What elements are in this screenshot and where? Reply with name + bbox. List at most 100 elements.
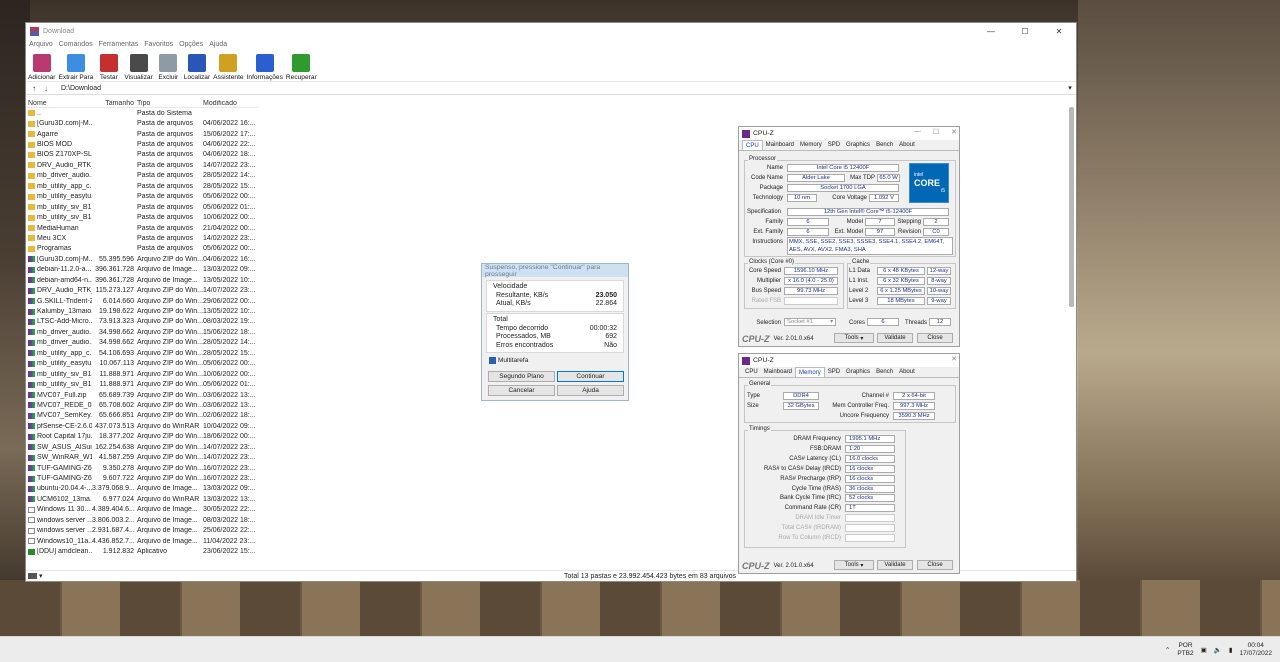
menu-item[interactable]: Favoritos <box>144 41 173 48</box>
toolbar-button[interactable]: Extrair Para <box>59 54 93 81</box>
continue-button[interactable]: Continuar <box>557 371 624 382</box>
close-x-button[interactable]: ✕ <box>951 355 957 363</box>
file-row[interactable]: SW_ASUS_AISuit...162.254.638Arquivo ZIP … <box>26 442 258 452</box>
file-row[interactable]: LTSC-Add-Micro... 73.913.323 Arquivo ZIP d… <box>26 317 258 327</box>
tab-graphics[interactable]: Graphics <box>843 140 873 150</box>
minimize-button[interactable]: — <box>974 23 1008 39</box>
minimize-button[interactable]: — <box>914 128 921 136</box>
menu-item[interactable]: Opções <box>179 41 203 48</box>
file-row[interactable]: mb_utility_siv_B1... Pasta de arquivos 10/… <box>26 212 258 222</box>
file-row[interactable]: TUF-GAMING-Z6... 9.350.278 Arquivo ZIP do … <box>26 463 258 473</box>
file-row[interactable]: BIOS MOD Pasta de arquivos 04/06/2022 22:.… <box>26 139 258 149</box>
menu-item[interactable]: Ajuda <box>209 41 227 48</box>
close-button[interactable]: Close <box>917 560 953 570</box>
file-row[interactable]: MVC07_Full.zip 65.689.739 Arquivo ZIP do W… <box>26 390 258 400</box>
menu-item[interactable]: Ferramentas <box>99 41 139 48</box>
close-x-button[interactable]: ✕ <box>951 128 957 136</box>
path-field[interactable]: D:\Download <box>58 83 1064 94</box>
drive-down-icon[interactable]: ↓ <box>44 84 56 93</box>
tab-spd[interactable]: SPD <box>825 140 843 150</box>
toolbar-button[interactable]: Visualizar <box>124 54 153 81</box>
file-row[interactable]: mb_utility_siv_B1... 11.888.971 Arquivo ZI… <box>26 379 258 389</box>
close-button[interactable]: Close <box>917 333 953 343</box>
file-row[interactable]: [Guru3D.com]-M... Pasta de arquivos 04/06/… <box>26 118 258 128</box>
tools-button[interactable]: Tools ▾ <box>834 560 874 570</box>
file-row[interactable]: mb_utility_siv_B1... 11.888.971 Arquivo ZI… <box>26 369 258 379</box>
file-row[interactable]: mb_driver_audio... 34.998.662 Arquivo ZIP … <box>26 338 258 348</box>
file-row[interactable]: mb_driver_audio... Pasta de arquivos 28/05… <box>26 171 258 181</box>
battery-icon[interactable]: ▮ <box>1229 646 1233 654</box>
file-row[interactable]: Root Capital 17ju... 18.377.202 Arquivo ZI… <box>26 432 258 442</box>
file-row[interactable]: windows server ... 3.806.003.2... Arquivo … <box>26 515 258 525</box>
toolbar-button[interactable]: Testar <box>96 54 121 81</box>
volume-icon[interactable]: 🔈 <box>1214 646 1222 654</box>
toolbar-button[interactable]: Assistente <box>213 54 244 81</box>
file-row[interactable]: mb_utility_app_c... Pasta de arquivos 28/0… <box>26 181 258 191</box>
toolbar-button[interactable]: Recuperar <box>286 54 317 81</box>
validate-button[interactable]: Validate <box>877 333 913 343</box>
toolbar-button[interactable]: Informações <box>247 54 283 81</box>
tab-cpu[interactable]: CPU <box>742 140 763 150</box>
column-header[interactable]: Tamanho <box>92 100 137 107</box>
maximize-button[interactable]: ☐ <box>1008 23 1042 39</box>
tab-spd[interactable]: SPD <box>825 367 843 377</box>
validate-button[interactable]: Validate <box>877 560 913 570</box>
file-row[interactable]: MVC07_SemKey... 65.666.851 Arquivo ZIP do … <box>26 411 258 421</box>
file-row[interactable]: pfSense-CE-2.6.0...437.073.513Arquivo do… <box>26 421 258 431</box>
multitask-checkbox[interactable]: Multitarefa <box>489 357 528 364</box>
file-row[interactable]: Agarre Pasta de arquivos 15/06/2022 17:... <box>26 129 258 139</box>
vertical-scrollbar[interactable] <box>1069 107 1074 307</box>
toolbar-button[interactable]: Excluir <box>156 54 181 81</box>
file-row[interactable]: debian-11.2.0-a... 396.361.728 Arquivo de … <box>26 265 258 275</box>
file-row[interactable]: Kalumby_13maio... 19.198.622 Arquivo ZIP d… <box>26 306 258 316</box>
file-row[interactable]: TUF-GAMING-Z6... 9.607.722 Arquivo ZIP do … <box>26 473 258 483</box>
background-button[interactable]: Segundo Plano <box>488 371 555 382</box>
file-row[interactable]: MediaHuman Pasta de arquivos 21/04/2022 00… <box>26 223 258 233</box>
tab-memory[interactable]: Memory <box>795 367 825 377</box>
file-row[interactable]: UCM6102_13ma... 6.977.024 Arquivo do WinRA… <box>26 494 258 504</box>
menu-item[interactable]: Comandos <box>59 41 93 48</box>
file-row[interactable]: G.SKILL-Trident-Z... 6.014.660Arquivo ZIP… <box>26 296 258 306</box>
file-row[interactable]: DRV_Audio_RTK_... Pasta de arquivos 14/07/… <box>26 160 258 170</box>
tab-cpu[interactable]: CPU <box>742 367 761 377</box>
file-row[interactable]: [DDU] amdclean... 1.912.832 Aplicativo 23/0… <box>26 546 258 556</box>
network-icon[interactable]: ▣ <box>1201 646 1207 654</box>
tab-memory[interactable]: Memory <box>797 140 825 150</box>
file-row[interactable]: Programas Pasta de arquivos 05/06/2022 00:… <box>26 244 258 254</box>
status-dropdown-icon[interactable]: ▾ <box>39 572 43 580</box>
file-row[interactable]: mb_utility_easytu... Pasta de arquivos 05/… <box>26 192 258 202</box>
tab-mainboard[interactable]: Mainboard <box>761 367 795 377</box>
file-row[interactable]: Meu 3CX Pasta de arquivos 14/02/2022 23:..… <box>26 233 258 243</box>
tray-chevron-icon[interactable]: ⌃ <box>1165 646 1170 654</box>
file-row[interactable]: mb_utility_app_c... 54.106.693 Arquivo ZIP… <box>26 348 258 358</box>
file-row[interactable]: windows server ... 2.931.687.4... Arquivo … <box>26 526 258 536</box>
tab-about[interactable]: About <box>896 140 918 150</box>
tab-bench[interactable]: Bench <box>873 140 896 150</box>
file-row[interactable]: SW_WinRAR_W1... 41.587.259Arquivo ZIP do … <box>26 452 258 462</box>
file-row[interactable]: Windows10_11a... 4.436.852.7... Arquivo de… <box>26 536 258 546</box>
file-row[interactable]: mb_driver_audio... 34.998.662 Arquivo ZIP … <box>26 327 258 337</box>
up-arrow-icon[interactable]: ↑ <box>32 84 44 93</box>
toolbar-button[interactable]: Adicionar <box>28 54 56 81</box>
file-row[interactable]: DRV_Audio_RTK_...115.273.127Arquivo ZIP … <box>26 285 258 295</box>
tab-bench[interactable]: Bench <box>873 367 896 377</box>
close-button[interactable]: ✕ <box>1042 23 1076 39</box>
file-row[interactable]: mb_utility_siv_B1... Pasta de arquivos 05/… <box>26 202 258 212</box>
socket-select[interactable]: Socket #1 ▾ <box>784 318 836 326</box>
clock[interactable]: 00:04 17/07/2022 <box>1239 642 1272 658</box>
column-header[interactable]: Nome <box>26 100 92 107</box>
tab-mainboard[interactable]: Mainboard <box>763 140 797 150</box>
column-header[interactable]: Tipo <box>137 100 203 107</box>
help-button[interactable]: Ajuda <box>557 385 624 396</box>
file-row[interactable]: Windows 11 30... 4.389.404.6... Arquivo de… <box>26 505 258 515</box>
file-row[interactable]: [Guru3D.com]-M... 55.395.596 Arquivo ZIP d… <box>26 254 258 264</box>
path-dropdown-icon[interactable]: ▾ <box>1064 84 1076 92</box>
file-row[interactable]: .. Pasta do Sistema <box>26 108 258 119</box>
tab-about[interactable]: About <box>896 367 918 377</box>
tab-graphics[interactable]: Graphics <box>843 367 873 377</box>
tools-button[interactable]: Tools ▾ <box>834 333 874 343</box>
column-header[interactable]: Modificado <box>203 100 258 107</box>
maximize-button[interactable]: ☐ <box>933 128 939 136</box>
cancel-button[interactable]: Cancelar <box>488 385 555 396</box>
menu-item[interactable]: Arquivo <box>29 41 53 48</box>
